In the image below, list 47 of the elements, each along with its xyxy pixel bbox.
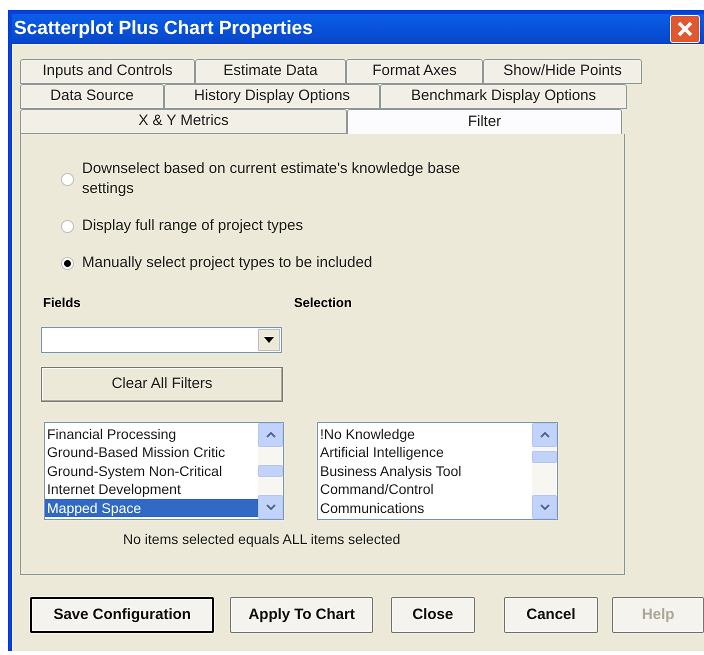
list-item[interactable]: Ground-System Non-Critical [45,462,258,480]
scroll-down-icon[interactable] [532,494,557,518]
scroll-thumb[interactable] [258,464,283,476]
tab[interactable]: Show/Hide Points [483,59,642,84]
clear-all-filters-button[interactable]: Clear All Filters [41,366,283,402]
list-item[interactable]: Business Analysis Tool [318,462,532,480]
dialog-button[interactable]: Close [390,597,475,633]
dialog-button[interactable]: Save Configuration [30,597,214,633]
list-box[interactable]: !No Knowledge Artificial Intelligence Business Analysis Tool Command/Control Communications [317,422,558,520]
tab[interactable]: Estimate Data [195,59,346,84]
radio-button[interactable] [61,172,74,186]
list-item[interactable]: Financial Processing [45,424,258,443]
radio-label: Downselect based on current estimate's knowledge base settings [82,159,462,199]
tab[interactable]: Benchmark Display Options [380,84,627,109]
radio-button[interactable] [61,220,74,232]
close-button[interactable] [670,15,700,43]
list-item[interactable]: Artificial Intelligence [318,443,532,462]
tab[interactable]: History Display Options [164,84,380,109]
scrollbar[interactable] [258,422,283,518]
scroll-thumb[interactable] [532,450,557,462]
list-item[interactable]: Ground-Based Mission Critic [45,443,258,462]
tab[interactable]: Filter [347,109,622,134]
list-item[interactable]: Command/Control [318,480,532,498]
fields-dropdown[interactable] [41,326,282,352]
tab[interactable]: X & Y Metrics [20,109,347,134]
close-icon [676,20,694,38]
note-text: No items selected equals ALL items selected [122,530,402,549]
window-title: Scatterplot Plus Chart Properties [13,16,313,41]
radio-label: Display full range of project types [82,216,304,236]
radio-label: Manually select project types to be included [82,253,374,273]
scroll-down-icon[interactable] [258,494,283,518]
radio-button[interactable] [61,256,74,270]
dialog-button[interactable]: Cancel [504,597,598,633]
list-item[interactable]: Internet Development [45,480,258,498]
scroll-up-icon[interactable] [532,422,557,446]
scrollbar[interactable] [532,422,557,518]
tab[interactable]: Inputs and Controls [20,59,195,84]
list-box[interactable]: Financial Processing Ground-Based Mission Critic Ground-System Non-Critical Internet Development Mapped Space [44,422,284,520]
list-item[interactable]: !No Knowledge [318,424,532,443]
selection-label: Selection [294,294,352,312]
fields-label: Fields [42,294,82,312]
tab[interactable]: Data Source [20,84,164,109]
scroll-up-icon[interactable] [258,422,283,446]
list-item[interactable]: Communications [318,498,532,517]
list-item[interactable]: Mapped Space [45,498,258,517]
tab[interactable]: Format Axes [346,59,483,84]
dialog-button[interactable]: Apply To Chart [230,597,373,633]
